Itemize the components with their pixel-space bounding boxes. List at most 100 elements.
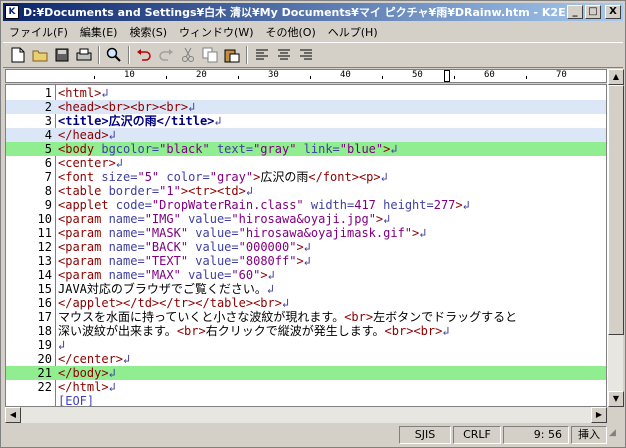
find-icon[interactable]: [103, 44, 125, 66]
code-token: >: [260, 268, 268, 282]
line-code: <param name="BACK" value="000000">↲: [58, 240, 311, 254]
editor-line[interactable]: 22 </html>↲: [6, 380, 606, 394]
close-button[interactable]: X: [605, 5, 621, 19]
code-token: <font: [58, 170, 102, 184]
title-bar[interactable]: K D:¥Documents and Settings¥白木 清以¥My Doc…: [3, 3, 623, 21]
toolbar: [3, 42, 623, 68]
editor-line[interactable]: 7 <font size="5" color="gray">広沢の雨</font>…: [6, 170, 606, 184]
new-file-icon[interactable]: [7, 44, 29, 66]
editor-line[interactable]: 11 <param name="MASK" value="hirosawa&oya…: [6, 226, 606, 240]
line-code: <param name="TEXT" value="8080ff">↲: [58, 254, 311, 268]
editor-line[interactable]: 21 </body>↲: [6, 366, 606, 380]
code-token: value=: [188, 212, 232, 226]
undo-icon[interactable]: [133, 44, 155, 66]
editor-line[interactable]: 19 ↲: [6, 338, 606, 352]
code-token: </body>: [58, 366, 109, 380]
code-token: ↲: [108, 128, 116, 142]
scroll-left-button[interactable]: ◀: [5, 407, 21, 423]
code-token: code=: [115, 198, 152, 212]
eof-marker-line: [EOF]: [6, 394, 606, 406]
code-token: 広沢の雨: [260, 170, 309, 184]
code-token: "BACK": [144, 240, 196, 254]
text-editor[interactable]: 1 <html>↲ 2 <head><br><br><br>↲ 3 <title>広沢の雨…: [5, 84, 607, 407]
status-insert-mode: 挿入: [571, 426, 607, 444]
menu-edit[interactable]: 編集(E): [74, 24, 124, 40]
print-icon[interactable]: [73, 44, 95, 66]
save-icon[interactable]: [51, 44, 73, 66]
code-token: </td>: [123, 296, 160, 310]
code-token: ↲: [281, 296, 290, 310]
code-token: <br>: [384, 324, 414, 338]
editor-line[interactable]: 17 マウスを水面に持っていくと小さな波紋が現れます。<br>左ボタンでドラッグす…: [6, 310, 606, 324]
code-token: "TEXT": [144, 254, 196, 268]
editor-line[interactable]: 18 深い波紋が出来ます。<br>右クリックで縦波が発生します。<br><br>↲: [6, 324, 606, 338]
editor-line[interactable]: 6 <center>↲: [6, 156, 606, 170]
copy-icon[interactable]: [199, 44, 221, 66]
code-token: "DropWaterRain.class": [151, 198, 311, 212]
editor-line[interactable]: 1 <html>↲: [6, 86, 606, 100]
ruler-label: 70: [556, 70, 567, 80]
editor-line[interactable]: 2 <head><br><br><br>↲: [6, 100, 606, 114]
ruler-label: 10: [124, 70, 135, 80]
code-token: <head>: [58, 100, 102, 114]
code-token: 左ボタンでドラッグすると: [373, 310, 518, 324]
align-left-icon[interactable]: [251, 44, 273, 66]
line-number: 19: [37, 338, 52, 352]
code-token: "black": [159, 142, 217, 156]
code-token: ↲: [188, 100, 196, 114]
line-code: <head><br><br><br>↲: [58, 100, 195, 114]
minimize-button[interactable]: _: [567, 5, 583, 19]
scroll-right-button[interactable]: ▶: [591, 407, 607, 423]
menu-help[interactable]: ヘルプ(H): [322, 24, 384, 40]
app-icon[interactable]: K: [5, 5, 19, 19]
line-number: 22: [37, 380, 52, 394]
resize-grip-icon[interactable]: ◢: [609, 428, 623, 442]
line-number: 5: [44, 142, 52, 156]
editor-line[interactable]: 12 <param name="BACK" value="000000">↲: [6, 240, 606, 254]
code-token: "hirosawa&oyaji.jpg": [231, 212, 376, 226]
editor-line[interactable]: 8 <table border="1"><tr><td>↲: [6, 184, 606, 198]
align-center-icon[interactable]: [273, 44, 295, 66]
editor-line[interactable]: 5 <body bgcolor="black" text="gray" link=…: [6, 142, 606, 156]
line-code: </applet></td></tr></table><br>↲: [58, 296, 289, 310]
line-code: <param name="IMG" value="hirosawa&oyaji.…: [58, 212, 390, 226]
code-token: 417: [354, 198, 384, 212]
menu-search[interactable]: 検索(S): [123, 24, 173, 40]
open-folder-icon[interactable]: [29, 44, 51, 66]
toolbar-separator: [98, 46, 100, 64]
menu-other[interactable]: その他(O): [260, 24, 322, 40]
redo-icon[interactable]: [155, 44, 177, 66]
maximize-button[interactable]: □: [585, 5, 601, 19]
editor-line[interactable]: 15 JAVA対応のブラウザでご覧ください。↲: [6, 282, 606, 296]
code-token: ↲: [303, 254, 311, 268]
code-token: "MASK": [144, 226, 196, 240]
line-number: 14: [37, 268, 52, 282]
code-token: <p>: [358, 170, 381, 184]
editor-line[interactable]: 20 </center>↲: [6, 352, 606, 366]
editor-line[interactable]: 14 <param name="MAX" value="60">↲: [6, 268, 606, 282]
scroll-up-button[interactable]: ▲: [608, 69, 624, 85]
editor-line[interactable]: 10 <param name="IMG" value="hirosawa&oyaj…: [6, 212, 606, 226]
code-token: "hirosawa&oyajimask.gif": [238, 226, 413, 240]
editor-line[interactable]: 16 </applet></td></tr></table><br>↲: [6, 296, 606, 310]
ruler-label: 60: [484, 70, 495, 80]
scroll-down-button[interactable]: ▼: [608, 391, 624, 407]
editor-line[interactable]: 9 <applet code="DropWaterRain.class" widt…: [6, 198, 606, 212]
menu-file[interactable]: ファイル(F): [3, 24, 74, 40]
editor-line[interactable]: 4 </head>↲: [6, 128, 606, 142]
editor-line[interactable]: 13 <param name="TEXT" value="8080ff">↲: [6, 254, 606, 268]
vertical-scrollbar[interactable]: ▲ ▼: [607, 69, 624, 407]
line-number: 2: [44, 100, 52, 114]
paste-icon[interactable]: [221, 44, 243, 66]
code-token: ↲: [266, 282, 275, 296]
ruler-tick: [166, 76, 167, 79]
menu-window[interactable]: ウィンドウ(W): [173, 24, 259, 40]
toolbar-separator: [128, 46, 130, 64]
align-right-icon[interactable]: [295, 44, 317, 66]
editor-line[interactable]: 3 <title>広沢の雨</title>↲: [6, 114, 606, 128]
horizontal-scrollbar[interactable]: ◀ ▶: [5, 407, 607, 423]
code-token: <tr>: [188, 184, 217, 198]
cut-icon[interactable]: [177, 44, 199, 66]
ruler-label: 20: [196, 70, 207, 80]
vertical-scroll-thumb[interactable]: [608, 85, 624, 335]
